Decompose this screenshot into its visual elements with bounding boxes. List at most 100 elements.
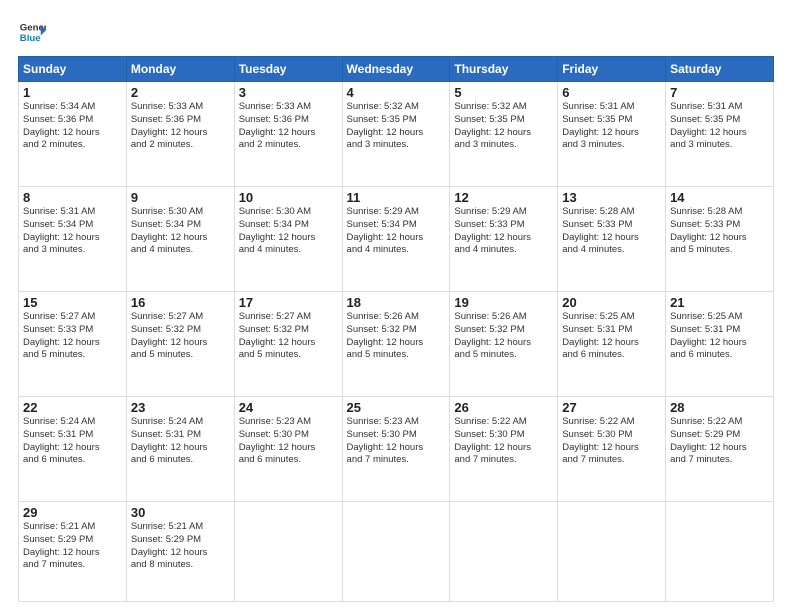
cell-line: and 6 minutes. — [131, 454, 230, 467]
cell-content: Sunrise: 5:25 AMSunset: 5:31 PMDaylight:… — [562, 311, 661, 362]
day-number: 2 — [131, 85, 230, 100]
cell-line: and 3 minutes. — [670, 139, 769, 152]
cell-line: Sunrise: 5:30 AM — [239, 206, 338, 219]
cell-content: Sunrise: 5:28 AMSunset: 5:33 PMDaylight:… — [562, 206, 661, 257]
cell-line: Sunrise: 5:33 AM — [239, 101, 338, 114]
cell-line: Sunset: 5:34 PM — [347, 219, 446, 232]
cell-line: Sunset: 5:33 PM — [562, 219, 661, 232]
cell-line: and 3 minutes. — [562, 139, 661, 152]
cell-line: and 4 minutes. — [131, 244, 230, 257]
cell-line: Sunset: 5:34 PM — [131, 219, 230, 232]
cell-line: Sunset: 5:35 PM — [454, 114, 553, 127]
calendar-cell: 10Sunrise: 5:30 AMSunset: 5:34 PMDayligh… — [234, 187, 342, 292]
cell-line: Sunset: 5:36 PM — [239, 114, 338, 127]
day-number: 25 — [347, 400, 446, 415]
calendar-cell: 6Sunrise: 5:31 AMSunset: 5:35 PMDaylight… — [558, 82, 666, 187]
cell-line: and 7 minutes. — [670, 454, 769, 467]
calendar-cell: 12Sunrise: 5:29 AMSunset: 5:33 PMDayligh… — [450, 187, 558, 292]
cell-line: and 6 minutes. — [239, 454, 338, 467]
cell-content: Sunrise: 5:22 AMSunset: 5:29 PMDaylight:… — [670, 416, 769, 467]
day-number: 19 — [454, 295, 553, 310]
calendar-cell: 15Sunrise: 5:27 AMSunset: 5:33 PMDayligh… — [19, 292, 127, 397]
calendar-cell: 1Sunrise: 5:34 AMSunset: 5:36 PMDaylight… — [19, 82, 127, 187]
header-tuesday: Tuesday — [234, 57, 342, 82]
cell-line: Daylight: 12 hours — [347, 127, 446, 140]
cell-line: and 7 minutes. — [454, 454, 553, 467]
day-number: 28 — [670, 400, 769, 415]
cell-line: and 5 minutes. — [454, 349, 553, 362]
calendar-cell: 24Sunrise: 5:23 AMSunset: 5:30 PMDayligh… — [234, 397, 342, 502]
cell-line: and 2 minutes. — [239, 139, 338, 152]
cell-line: and 4 minutes. — [454, 244, 553, 257]
cell-line: Daylight: 12 hours — [23, 232, 122, 245]
cell-line: Sunrise: 5:33 AM — [131, 101, 230, 114]
logo: General Blue — [18, 18, 50, 46]
cell-line: Sunrise: 5:25 AM — [670, 311, 769, 324]
cell-line: Sunset: 5:31 PM — [23, 429, 122, 442]
cell-line: Daylight: 12 hours — [454, 337, 553, 350]
week-row-2: 8Sunrise: 5:31 AMSunset: 5:34 PMDaylight… — [19, 187, 774, 292]
cell-line: Sunset: 5:30 PM — [239, 429, 338, 442]
calendar-cell — [450, 502, 558, 602]
cell-content: Sunrise: 5:26 AMSunset: 5:32 PMDaylight:… — [347, 311, 446, 362]
day-number: 26 — [454, 400, 553, 415]
cell-line: Daylight: 12 hours — [23, 442, 122, 455]
day-number: 23 — [131, 400, 230, 415]
cell-line: and 7 minutes. — [23, 559, 122, 572]
cell-line: Daylight: 12 hours — [131, 337, 230, 350]
calendar-cell: 7Sunrise: 5:31 AMSunset: 5:35 PMDaylight… — [666, 82, 774, 187]
calendar-cell: 20Sunrise: 5:25 AMSunset: 5:31 PMDayligh… — [558, 292, 666, 397]
day-number: 15 — [23, 295, 122, 310]
cell-line: Daylight: 12 hours — [347, 442, 446, 455]
cell-line: Sunset: 5:30 PM — [562, 429, 661, 442]
calendar-cell: 26Sunrise: 5:22 AMSunset: 5:30 PMDayligh… — [450, 397, 558, 502]
day-number: 5 — [454, 85, 553, 100]
cell-line: and 5 minutes. — [23, 349, 122, 362]
cell-line: Daylight: 12 hours — [23, 547, 122, 560]
calendar-cell: 22Sunrise: 5:24 AMSunset: 5:31 PMDayligh… — [19, 397, 127, 502]
cell-line: Sunset: 5:32 PM — [454, 324, 553, 337]
day-number: 17 — [239, 295, 338, 310]
cell-content: Sunrise: 5:23 AMSunset: 5:30 PMDaylight:… — [347, 416, 446, 467]
cell-content: Sunrise: 5:29 AMSunset: 5:34 PMDaylight:… — [347, 206, 446, 257]
header-thursday: Thursday — [450, 57, 558, 82]
cell-line: Sunset: 5:34 PM — [23, 219, 122, 232]
day-number: 30 — [131, 505, 230, 520]
calendar-cell: 27Sunrise: 5:22 AMSunset: 5:30 PMDayligh… — [558, 397, 666, 502]
calendar-cell: 23Sunrise: 5:24 AMSunset: 5:31 PMDayligh… — [126, 397, 234, 502]
cell-line: Sunrise: 5:30 AM — [131, 206, 230, 219]
cell-line: Sunrise: 5:24 AM — [131, 416, 230, 429]
cell-content: Sunrise: 5:29 AMSunset: 5:33 PMDaylight:… — [454, 206, 553, 257]
calendar-cell: 11Sunrise: 5:29 AMSunset: 5:34 PMDayligh… — [342, 187, 450, 292]
cell-content: Sunrise: 5:34 AMSunset: 5:36 PMDaylight:… — [23, 101, 122, 152]
cell-content: Sunrise: 5:23 AMSunset: 5:30 PMDaylight:… — [239, 416, 338, 467]
calendar-cell — [234, 502, 342, 602]
calendar-cell: 17Sunrise: 5:27 AMSunset: 5:32 PMDayligh… — [234, 292, 342, 397]
header-sunday: Sunday — [19, 57, 127, 82]
header: General Blue — [18, 18, 774, 46]
cell-line: Sunset: 5:31 PM — [131, 429, 230, 442]
cell-line: Sunrise: 5:26 AM — [347, 311, 446, 324]
calendar-cell: 21Sunrise: 5:25 AMSunset: 5:31 PMDayligh… — [666, 292, 774, 397]
cell-line: Sunrise: 5:25 AM — [562, 311, 661, 324]
cell-line: and 8 minutes. — [131, 559, 230, 572]
header-monday: Monday — [126, 57, 234, 82]
cell-line: Sunrise: 5:22 AM — [670, 416, 769, 429]
day-number: 18 — [347, 295, 446, 310]
cell-line: Sunrise: 5:26 AM — [454, 311, 553, 324]
cell-line: Sunrise: 5:34 AM — [23, 101, 122, 114]
cell-line: and 6 minutes. — [670, 349, 769, 362]
cell-content: Sunrise: 5:33 AMSunset: 5:36 PMDaylight:… — [131, 101, 230, 152]
calendar-cell: 8Sunrise: 5:31 AMSunset: 5:34 PMDaylight… — [19, 187, 127, 292]
cell-line: and 6 minutes. — [562, 349, 661, 362]
cell-line: Sunset: 5:35 PM — [562, 114, 661, 127]
cell-line: Daylight: 12 hours — [239, 232, 338, 245]
day-number: 3 — [239, 85, 338, 100]
day-number: 9 — [131, 190, 230, 205]
cell-content: Sunrise: 5:22 AMSunset: 5:30 PMDaylight:… — [562, 416, 661, 467]
calendar-table: SundayMondayTuesdayWednesdayThursdayFrid… — [18, 56, 774, 602]
day-number: 29 — [23, 505, 122, 520]
cell-line: and 2 minutes. — [23, 139, 122, 152]
day-number: 20 — [562, 295, 661, 310]
cell-line: and 5 minutes. — [670, 244, 769, 257]
